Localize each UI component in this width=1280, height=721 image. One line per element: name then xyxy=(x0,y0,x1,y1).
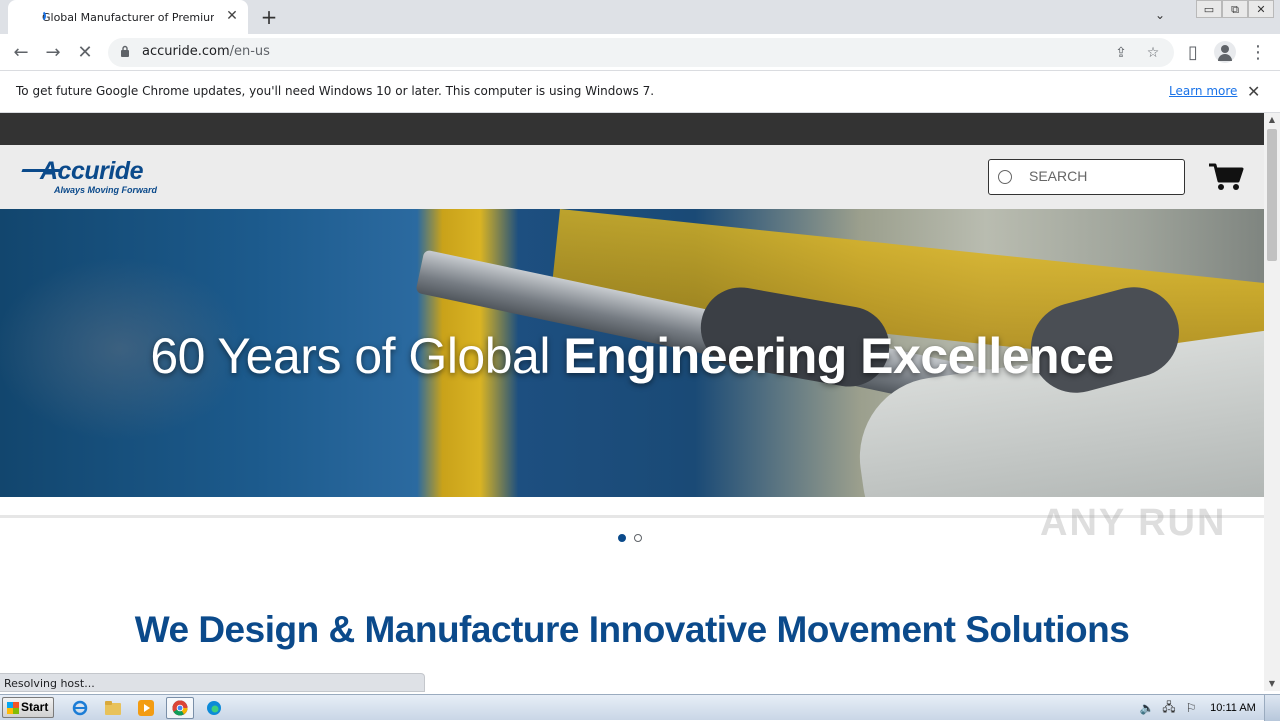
site-header: Accuride Always Moving Forward xyxy=(0,145,1264,209)
edge-icon[interactable] xyxy=(200,697,228,719)
side-panel-icon[interactable]: ▯ xyxy=(1182,42,1204,64)
new-tab-button[interactable]: + xyxy=(258,6,280,28)
tab-close-icon[interactable]: ✕ xyxy=(224,8,240,24)
logo-brand: Accuride xyxy=(40,157,143,185)
update-infobar: To get future Google Chrome updates, you… xyxy=(0,71,1280,113)
forward-arrow-icon[interactable]: → xyxy=(42,42,64,64)
stop-loading-icon[interactable]: ✕ xyxy=(74,42,96,64)
lock-icon[interactable] xyxy=(120,45,130,58)
section-title: We Design & Manufacture Innovative Movem… xyxy=(134,609,1130,650)
network-icon[interactable]: 🖧 xyxy=(1158,698,1180,719)
search-box[interactable] xyxy=(988,159,1185,195)
share-icon[interactable]: ⇪ xyxy=(1112,44,1130,62)
infobar-close-icon[interactable]: ✕ xyxy=(1247,82,1260,101)
media-player-icon[interactable] xyxy=(132,697,160,719)
tab-strip: Global Manufacturer of Premium Ball ✕ + … xyxy=(0,0,1280,34)
learn-more-link[interactable]: Learn more xyxy=(1169,84,1237,98)
status-bubble: Resolving host... xyxy=(0,673,425,692)
tab-search-chevron-icon[interactable]: ⌄ xyxy=(1150,8,1170,26)
scroll-thumb[interactable] xyxy=(1267,129,1277,261)
explorer-icon[interactable] xyxy=(99,697,127,719)
windows-taskbar: Start 🔈 🖧 ⚐ 10:11 AM xyxy=(0,694,1280,721)
tab-title: Global Manufacturer of Premium Ball xyxy=(42,10,214,24)
system-tray: 🔈 🖧 ⚐ 10:11 AM xyxy=(1136,695,1280,721)
close-window-button[interactable]: ✕ xyxy=(1248,0,1274,18)
scroll-down-icon[interactable]: ▼ xyxy=(1264,677,1280,691)
carousel-dot-2[interactable] xyxy=(634,534,642,542)
windows-flag-icon xyxy=(7,702,19,714)
web-page: Accuride Always Moving Forward 60 Years … xyxy=(0,113,1264,691)
scroll-up-icon[interactable]: ▲ xyxy=(1264,113,1280,127)
profile-avatar-icon[interactable] xyxy=(1214,41,1236,63)
minimize-button[interactable]: ▭ xyxy=(1196,0,1222,18)
volume-icon[interactable]: 🔈 xyxy=(1136,701,1158,715)
address-bar[interactable]: accuride.com/en-us ⇪ ☆ xyxy=(108,38,1174,67)
page-scrollbar[interactable]: ▲ ▼ xyxy=(1264,113,1280,691)
bookmark-star-icon[interactable]: ☆ xyxy=(1144,44,1162,62)
restore-button[interactable]: ⧉ xyxy=(1222,0,1248,18)
loading-spinner-icon xyxy=(34,10,46,22)
site-top-bar xyxy=(0,113,1264,145)
system-clock[interactable]: 10:11 AM xyxy=(1202,702,1264,714)
hero-headline: 60 Years of Global Engineering Excellenc… xyxy=(150,328,1114,384)
chrome-menu-icon[interactable]: ⋮ xyxy=(1247,42,1269,64)
anyrun-watermark: ANY RUN xyxy=(1040,502,1227,544)
action-center-flag-icon[interactable]: ⚐ xyxy=(1180,701,1202,715)
chrome-icon[interactable] xyxy=(166,697,194,719)
hero-banner[interactable]: 60 Years of Global Engineering Excellenc… xyxy=(0,209,1264,497)
carousel-dots xyxy=(618,534,642,542)
search-input[interactable] xyxy=(1029,168,1179,184)
accuride-logo[interactable]: Accuride Always Moving Forward xyxy=(21,157,182,197)
browser-toolbar: ← → ✕ accuride.com/en-us ⇪ ☆ ▯ ⋮ xyxy=(0,34,1280,71)
show-desktop-button[interactable] xyxy=(1264,695,1280,721)
back-arrow-icon[interactable]: ← xyxy=(10,42,32,64)
logo-tagline: Always Moving Forward xyxy=(54,185,158,195)
start-button[interactable]: Start xyxy=(2,697,54,718)
window-controls: ▭ ⧉ ✕ xyxy=(1196,0,1274,18)
carousel-dot-1[interactable] xyxy=(618,534,626,542)
search-icon xyxy=(998,170,1012,184)
browser-tab[interactable]: Global Manufacturer of Premium Ball ✕ xyxy=(8,0,248,34)
url-text[interactable]: accuride.com/en-us xyxy=(142,44,270,59)
infobar-message: To get future Google Chrome updates, you… xyxy=(16,84,655,98)
ie-icon[interactable] xyxy=(66,697,94,719)
cart-icon[interactable] xyxy=(1208,162,1244,192)
